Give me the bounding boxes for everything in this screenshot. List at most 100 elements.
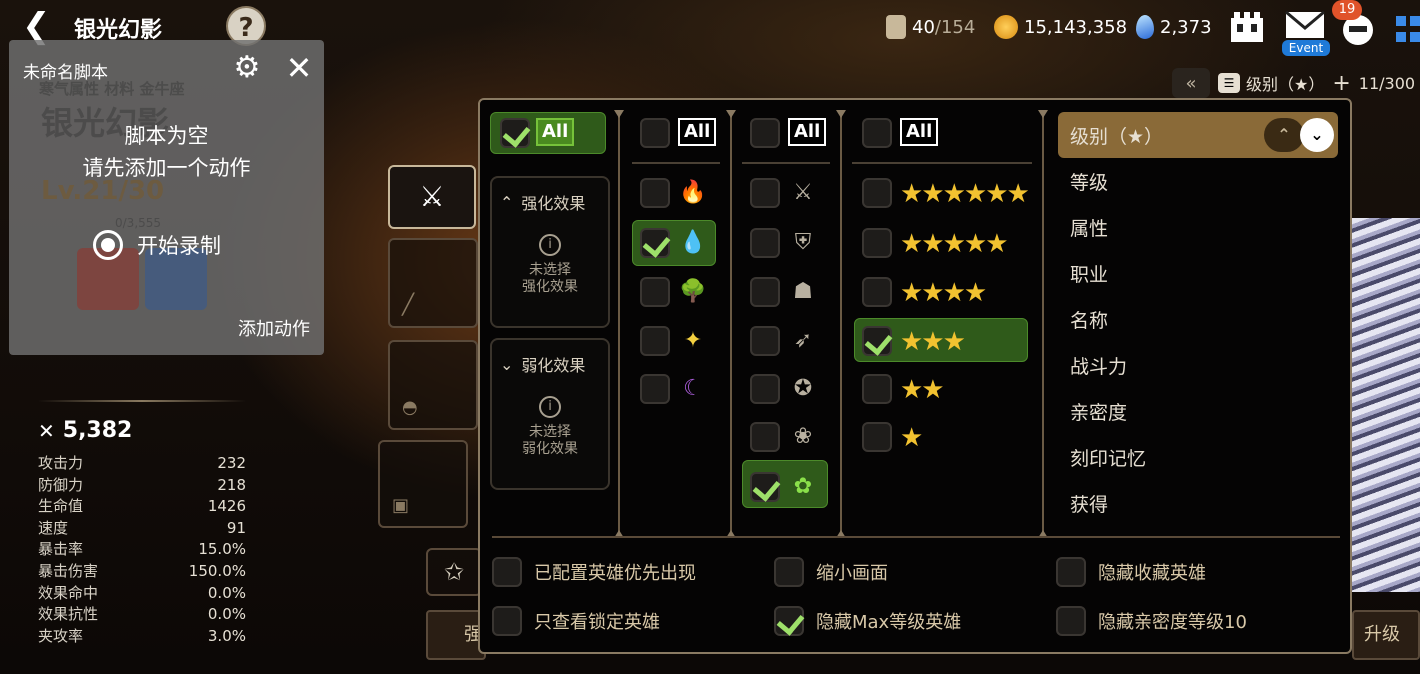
- sort-option[interactable]: 等级: [1070, 168, 1108, 195]
- start-record-button[interactable]: 开始录制: [93, 230, 221, 260]
- option-checkbox[interactable]: [492, 606, 522, 636]
- sort-current-label: 级别（★）: [1246, 75, 1325, 94]
- hero-portrait-strip[interactable]: [1352, 218, 1420, 592]
- option-checkbox[interactable]: [492, 557, 522, 587]
- weapon-slot[interactable]: ╱: [388, 238, 478, 328]
- option-checkbox[interactable]: [774, 557, 804, 587]
- effects-all-checkbox[interactable]: [500, 118, 530, 148]
- sort-bar: « ☰ 级别（★） + 11/300: [1172, 68, 1415, 98]
- star-6-checkbox[interactable]: [862, 178, 892, 208]
- plus-icon[interactable]: +: [1332, 71, 1350, 96]
- debuff-none: 未选择: [529, 424, 571, 440]
- sort-ascending-icon[interactable]: ⌃: [1264, 118, 1304, 152]
- debuff-filter-box[interactable]: ⌄ 弱化效果 i 未选择 弱化效果: [490, 338, 610, 490]
- helmet-slot[interactable]: ◓: [388, 340, 478, 430]
- favorite-slot[interactable]: ✩: [426, 548, 482, 596]
- divider: [852, 162, 1032, 164]
- class-all-checkbox[interactable]: [750, 118, 780, 148]
- gear-icon[interactable]: ⚙: [229, 50, 265, 86]
- sort-option[interactable]: 战斗力: [1070, 352, 1127, 379]
- option-checkbox[interactable]: [1056, 557, 1086, 587]
- chevron-down-icon: ⌄: [500, 354, 514, 374]
- bg-hero-exp: 0/3,555: [115, 216, 162, 230]
- armor-slot[interactable]: ▣: [378, 440, 468, 528]
- stat-row: 攻击力 232: [38, 453, 246, 475]
- collapse-button[interactable]: «: [1172, 68, 1210, 98]
- option-checkbox[interactable]: [774, 606, 804, 636]
- class-ranger-checkbox[interactable]: [750, 326, 780, 356]
- class-mage-checkbox[interactable]: [750, 374, 780, 404]
- gold-counter[interactable]: 15,143,358: [994, 14, 1127, 40]
- star-4-checkbox[interactable]: [862, 277, 892, 307]
- start-record-label: 开始录制: [137, 234, 221, 258]
- script-panel: 寒气属性 材料 金牛座 银光幻影 Lv.21/30 0/3,555 未命名脚本 …: [9, 40, 324, 355]
- event-badge[interactable]: Event: [1282, 40, 1330, 56]
- stat-value: 218: [217, 475, 246, 494]
- enhance-button[interactable]: 强: [426, 610, 486, 660]
- class-knight-checkbox[interactable]: [750, 228, 780, 258]
- star-6-icons: ★★★★★★: [900, 179, 1030, 209]
- effects-all-label: All: [536, 118, 575, 146]
- element-dark-checkbox[interactable]: [640, 374, 670, 404]
- upgrade-button[interactable]: 升级: [1352, 610, 1420, 660]
- option-label: 只查看锁定英雄: [534, 612, 660, 633]
- star-2-checkbox[interactable]: [862, 374, 892, 404]
- class-warrior-checkbox[interactable]: [750, 178, 780, 208]
- star-3-icons: ★★★: [900, 327, 966, 357]
- star-4-icons: ★★★★: [900, 278, 987, 308]
- sword-icon: ╱: [402, 292, 415, 316]
- element-ice-checkbox[interactable]: [640, 228, 670, 258]
- sort-option[interactable]: 属性: [1070, 214, 1108, 241]
- close-icon[interactable]: ✕: [281, 50, 317, 86]
- stat-row: 生命值 1426: [38, 496, 246, 518]
- star-5-checkbox[interactable]: [862, 228, 892, 258]
- add-action-button[interactable]: 添加动作: [238, 315, 310, 341]
- sort-descending-icon[interactable]: ⌄: [1300, 118, 1334, 152]
- star-all-checkbox[interactable]: [862, 118, 892, 148]
- sort-option[interactable]: 职业: [1070, 260, 1108, 287]
- equipment-tab-weapon[interactable]: ⚔: [388, 165, 476, 229]
- stat-value: 91: [226, 518, 246, 537]
- class-soul-weaver-checkbox[interactable]: [750, 422, 780, 452]
- stat-value: 232: [217, 454, 246, 472]
- option-row[interactable]: 已配置英雄优先出现: [492, 557, 696, 587]
- class-warrior-icon: ⚔: [793, 180, 813, 205]
- sort-option[interactable]: 级别（★）: [1070, 122, 1163, 149]
- star-3-checkbox[interactable]: [862, 326, 892, 356]
- divider: [492, 536, 1340, 538]
- sort-option[interactable]: 亲密度: [1070, 398, 1127, 425]
- buff-filter-box[interactable]: ⌃ 强化效果 i 未选择 强化效果: [490, 176, 610, 328]
- sort-option[interactable]: 刻印记忆: [1070, 444, 1146, 471]
- option-row[interactable]: 缩小画面: [774, 557, 888, 587]
- option-row[interactable]: 隐藏亲密度等级10: [1056, 606, 1247, 636]
- castle-icon[interactable]: [1228, 10, 1266, 44]
- stat-label: 夹攻率: [38, 626, 84, 645]
- stamina-max: /154: [934, 16, 976, 38]
- option-checkbox[interactable]: [1056, 606, 1086, 636]
- option-row[interactable]: 只查看锁定英雄: [492, 606, 660, 636]
- class-thief-checkbox[interactable]: [750, 277, 780, 307]
- sort-option[interactable]: 获得: [1070, 490, 1108, 517]
- stat-label: 暴击率: [38, 540, 84, 559]
- stat-value: 0.0%: [207, 605, 246, 624]
- element-light-checkbox[interactable]: [640, 326, 670, 356]
- stat-row: 夹攻率 3.0%: [38, 626, 246, 648]
- sort-current[interactable]: ☰ 级别（★）: [1218, 71, 1324, 95]
- element-earth-checkbox[interactable]: [640, 277, 670, 307]
- class-material-checkbox[interactable]: [750, 472, 780, 502]
- option-row[interactable]: 隐藏收藏英雄: [1056, 557, 1206, 587]
- menu-grid-icon[interactable]: [1394, 10, 1420, 48]
- stat-row: 防御力 218: [38, 475, 246, 497]
- stamina-counter[interactable]: 40/154: [886, 14, 975, 40]
- star-1-checkbox[interactable]: [862, 422, 892, 452]
- stat-row: 暴击伤害 150.0%: [38, 561, 246, 583]
- element-fire-checkbox[interactable]: [640, 178, 670, 208]
- sort-option[interactable]: 名称: [1070, 306, 1108, 333]
- element-all-checkbox[interactable]: [640, 118, 670, 148]
- sort-icon: ☰: [1218, 73, 1240, 93]
- option-row[interactable]: 隐藏Max等级英雄: [774, 606, 961, 636]
- crystal-counter[interactable]: 2,373: [1136, 14, 1212, 40]
- back-arrow-icon[interactable]: ❮: [22, 8, 62, 44]
- buff-title: 强化效果: [521, 194, 586, 213]
- gold-coin-icon: [994, 15, 1018, 39]
